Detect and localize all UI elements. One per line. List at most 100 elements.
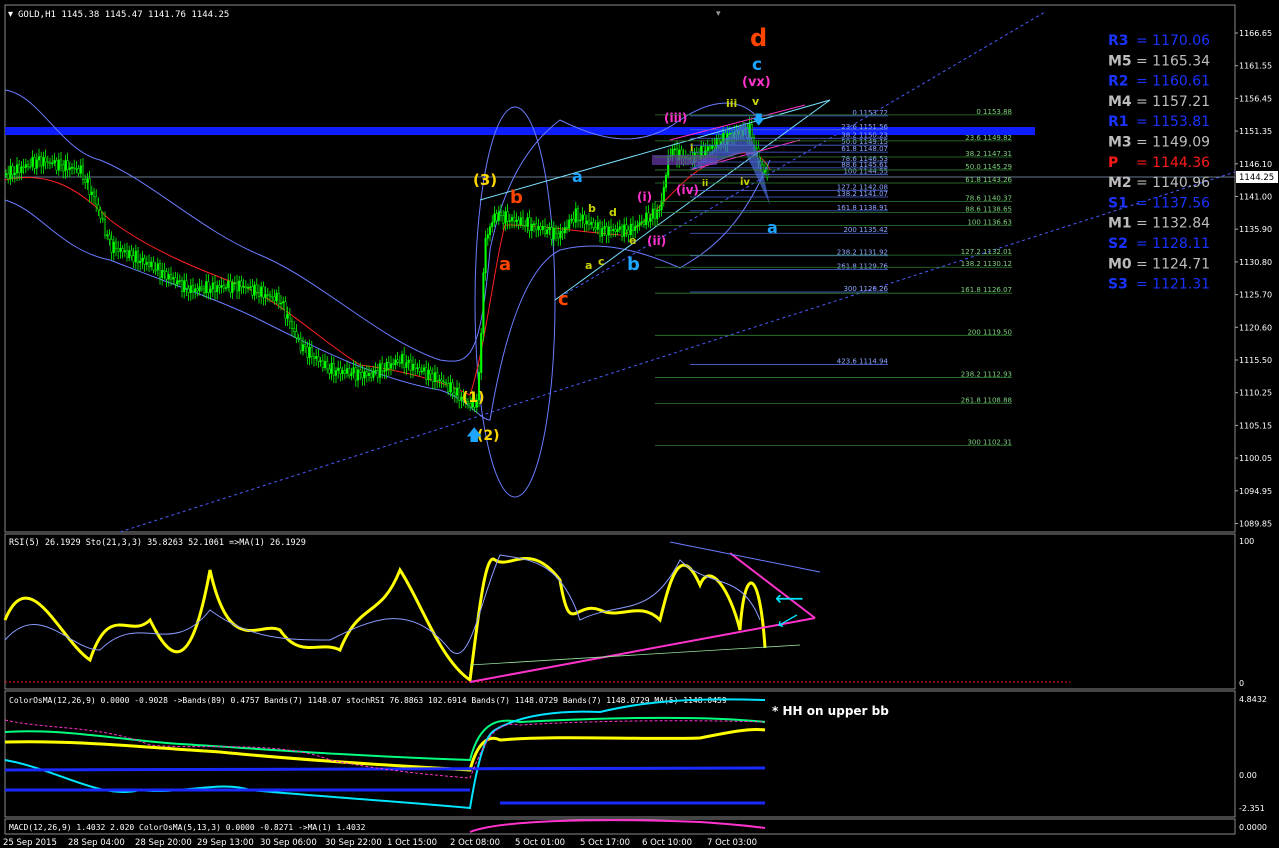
candle-body — [73, 167, 76, 169]
price-axis-tick: 1161.55 — [1239, 62, 1272, 71]
candle-body — [570, 218, 573, 221]
candle-body — [563, 227, 566, 234]
candle-body — [704, 150, 707, 156]
candle-body — [156, 263, 159, 271]
mt4-chart-window: ▾ GOLD,H1 1145.38 1145.47 1141.76 1144.2… — [3, 4, 1278, 848]
candle-body — [568, 219, 571, 229]
candle-body — [26, 164, 30, 167]
wave-label: (i) — [637, 190, 652, 204]
wave-label: a — [767, 218, 778, 237]
rsi-channel-bottom — [469, 644, 801, 666]
candle-body — [128, 250, 131, 258]
candle-body — [343, 370, 346, 374]
candle-body — [515, 219, 518, 222]
wave-label: (1) — [462, 390, 485, 406]
current-price-label: 1144.25 — [1239, 173, 1274, 183]
candle-body — [348, 368, 351, 377]
candle-body — [88, 178, 91, 195]
candle-body — [433, 372, 437, 382]
wave-label: c — [598, 255, 605, 268]
candle-body — [530, 224, 533, 231]
candle-body — [673, 148, 676, 151]
candle-body — [653, 208, 657, 219]
price-axis-tick: 1141.00 — [1239, 193, 1272, 202]
fib-label-a: 200 1135.42 — [843, 226, 888, 234]
time-axis-tick: 29 Sep 13:00 — [197, 838, 254, 848]
price-axis-tick: 1125.70 — [1239, 291, 1272, 300]
candle-body — [607, 226, 610, 236]
candle-body — [702, 146, 705, 156]
candle-body — [150, 261, 153, 267]
candle-body — [381, 363, 384, 372]
candle-body — [103, 218, 107, 236]
candle-body — [398, 361, 401, 364]
candle-body — [224, 287, 228, 289]
candle-body — [539, 226, 542, 231]
candle-body — [389, 363, 393, 369]
candle-body — [451, 382, 454, 394]
candle-body — [191, 285, 195, 293]
candle-body — [57, 159, 60, 171]
pivot-label: R3 — [1108, 33, 1129, 49]
candle-body — [271, 295, 274, 298]
pivot-label: S1 — [1108, 195, 1128, 211]
fib-label-b: 61.8 1143.26 — [965, 176, 1012, 184]
candle-body — [68, 167, 71, 170]
time-axis-tick: 30 Sep 06:00 — [260, 838, 317, 848]
candle-body — [136, 250, 140, 263]
candle-body — [715, 138, 718, 148]
wave-label: (iv) — [676, 183, 699, 197]
pivot-label: R2 — [1108, 74, 1129, 90]
candle-body — [359, 369, 362, 373]
candle-body — [62, 164, 65, 172]
candle-body — [499, 211, 503, 216]
candle-body — [528, 217, 531, 231]
pivot-label: M4 — [1108, 94, 1132, 110]
candle-body — [110, 239, 113, 253]
pivot-value: = 1149.09 — [1136, 135, 1210, 151]
pivot-value: = 1124.71 — [1136, 256, 1210, 272]
candle-body — [42, 157, 45, 167]
candle-body — [638, 222, 641, 226]
candle-body — [576, 208, 580, 221]
candle-body — [711, 145, 714, 150]
scroll-shift-marker-icon[interactable]: ▾ — [716, 9, 721, 19]
candle-body — [755, 146, 758, 149]
candle-body — [117, 248, 120, 252]
candle-body — [612, 229, 615, 231]
pivot-value: = 1137.56 — [1136, 195, 1210, 211]
candle-body — [510, 217, 514, 221]
candle-body — [44, 157, 47, 163]
candle-body — [101, 217, 104, 220]
candle-body — [255, 284, 258, 293]
candle-body — [169, 274, 173, 280]
candle-body — [11, 165, 14, 176]
candle-body — [660, 200, 663, 210]
candle-body — [645, 212, 648, 225]
candle-body — [273, 296, 276, 302]
candle-body — [572, 218, 575, 223]
wave-label: d — [609, 206, 617, 219]
fib-label-b: 300 1102.31 — [967, 439, 1012, 447]
candle-body — [418, 367, 421, 372]
price-axis: 1166.65 1161.55 1156.45 1151.35 1146.10 1141.… — [1235, 29, 1272, 529]
candle-body — [18, 164, 21, 173]
chart-header-dropdown-icon[interactable]: ▾ — [8, 9, 13, 20]
candle-body — [53, 160, 56, 164]
time-axis-tick: 25 Sep 2015 — [3, 838, 57, 848]
candle-body — [488, 226, 492, 235]
fib-label-a: 300 1126.26 — [843, 285, 888, 293]
candle-body — [211, 282, 214, 290]
candle-body — [251, 286, 254, 296]
candle-body — [290, 320, 294, 329]
candle-body — [543, 225, 547, 235]
candle-body — [48, 161, 52, 164]
price-axis-tick: 1135.90 — [1239, 225, 1272, 234]
candle-body — [33, 157, 36, 169]
candle-body — [95, 196, 98, 206]
candle-body — [546, 229, 549, 235]
candle-body — [200, 286, 203, 290]
stoch-rsi-line — [4, 698, 766, 810]
osma-axis-bottom: -2.351 — [1239, 804, 1265, 813]
candle-body — [86, 178, 89, 183]
